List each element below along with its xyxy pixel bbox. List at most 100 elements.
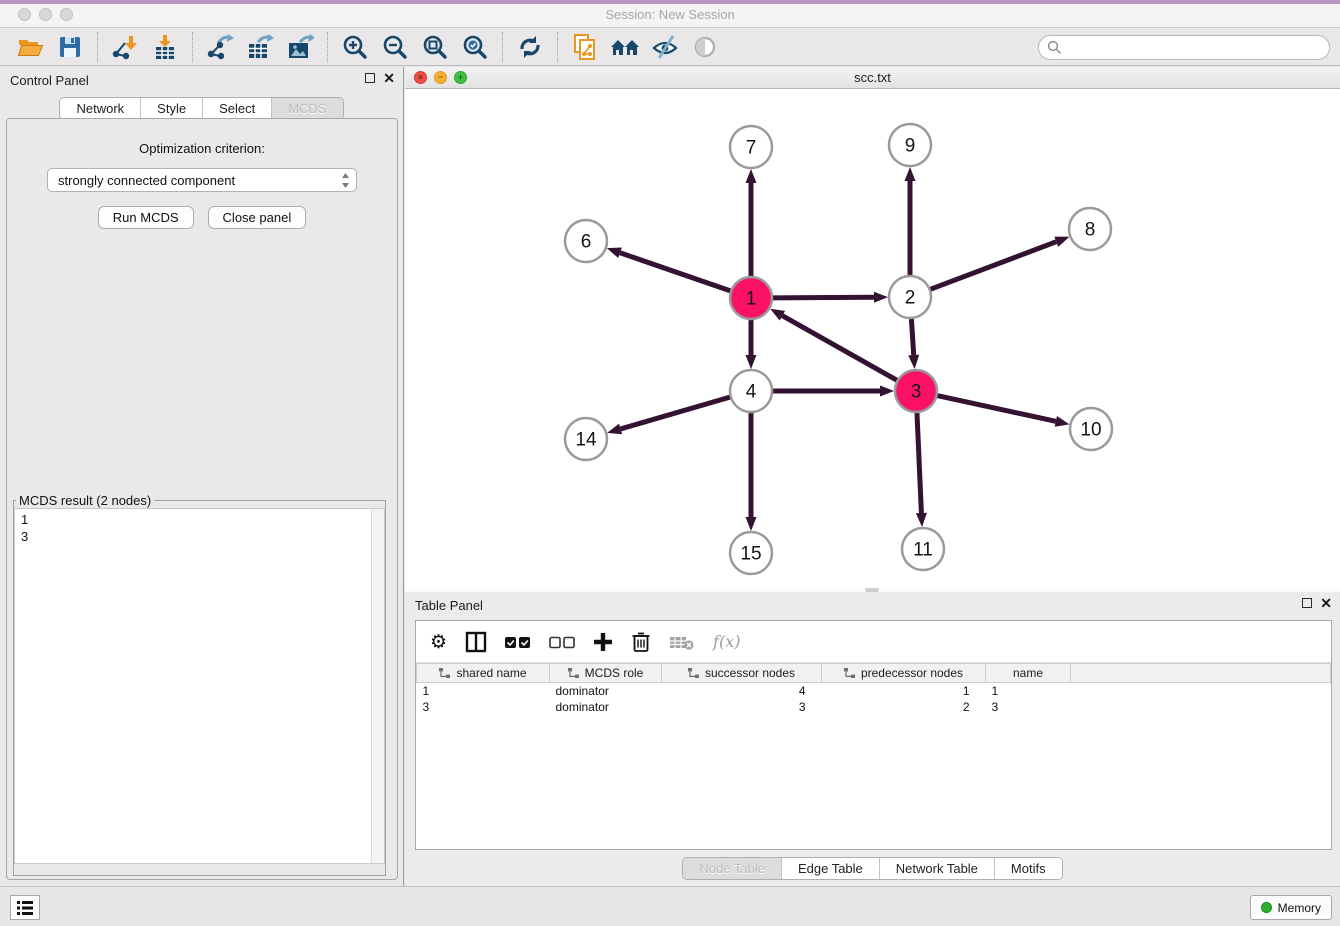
close-table-panel-icon[interactable]: ✕: [1320, 597, 1332, 609]
hide-selected-button[interactable]: [645, 31, 685, 63]
graph-edge-1-4[interactable]: [746, 319, 757, 369]
export-image-button[interactable]: [280, 31, 320, 63]
graph-node-14[interactable]: 14: [565, 418, 607, 460]
graph-node-3[interactable]: 3: [895, 370, 937, 412]
graph-node-1[interactable]: 1: [730, 277, 772, 319]
graph-node-4[interactable]: 4: [730, 370, 772, 412]
zoom-selected-button[interactable]: [455, 31, 495, 63]
memory-button[interactable]: Memory: [1250, 895, 1332, 920]
save-session-button[interactable]: [50, 31, 90, 63]
graph-node-6[interactable]: 6: [565, 220, 607, 262]
graph-edge-3-1[interactable]: [770, 309, 898, 381]
export-table-button[interactable]: [240, 31, 280, 63]
graph-node-9[interactable]: 9: [889, 124, 931, 166]
cell-mcds-role[interactable]: dominator: [550, 683, 662, 699]
graph-edge-1-7[interactable]: [746, 169, 757, 277]
column-header-successor-nodes[interactable]: successor nodes: [662, 664, 822, 683]
svg-text:2: 2: [905, 288, 916, 309]
graph-node-11[interactable]: 11: [902, 528, 944, 570]
network-close-button[interactable]: ×: [414, 71, 427, 84]
svg-text:3: 3: [911, 382, 922, 403]
cell-predecessor-nodes[interactable]: 2: [822, 699, 986, 715]
first-neighbors-button[interactable]: [605, 31, 645, 63]
search-container: [1038, 35, 1330, 60]
zoom-in-button[interactable]: [335, 31, 375, 63]
float-table-panel-icon[interactable]: [1302, 598, 1312, 608]
tab-network[interactable]: Network: [60, 98, 141, 119]
graph-edge-4-14[interactable]: [607, 397, 731, 434]
export-network-button[interactable]: [200, 31, 240, 63]
graph-edge-4-3[interactable]: [772, 386, 894, 397]
control-panel-header: Control Panel ✕: [0, 67, 403, 93]
graph-node-15[interactable]: 15: [730, 532, 772, 574]
tab-mcds[interactable]: MCDS: [272, 98, 342, 119]
cell-successor-nodes[interactable]: 4: [662, 683, 822, 699]
refresh-icon: [517, 34, 543, 60]
svg-text:7: 7: [746, 138, 757, 159]
result-line: 1: [21, 511, 384, 528]
select-all-icon[interactable]: [505, 635, 531, 649]
show-columns-icon[interactable]: [465, 631, 487, 653]
graph-edge-1-6[interactable]: [607, 248, 731, 292]
zoom-fit-button[interactable]: [415, 31, 455, 63]
graph-edge-2-3[interactable]: [908, 318, 919, 369]
network-canvas[interactable]: 7 9 6 8 1 2 4 3 14 10 15 11: [405, 89, 1340, 587]
function-builder-icon[interactable]: f(x): [713, 632, 740, 651]
cell-successor-nodes[interactable]: 3: [662, 699, 822, 715]
mcds-result-text[interactable]: 1 3: [14, 508, 385, 864]
tab-select[interactable]: Select: [203, 98, 272, 119]
close-panel-icon[interactable]: ✕: [383, 72, 395, 84]
graph-node-10[interactable]: 10: [1070, 408, 1112, 450]
search-input[interactable]: [1038, 35, 1330, 60]
task-history-button[interactable]: [10, 895, 40, 920]
import-table-button[interactable]: [145, 31, 185, 63]
cell-shared-name[interactable]: 3: [417, 699, 550, 715]
network-maximize-button[interactable]: +: [454, 71, 467, 84]
run-mcds-button[interactable]: Run MCDS: [98, 206, 194, 229]
cell-name[interactable]: 3: [986, 699, 1071, 715]
column-header-predecessor-nodes[interactable]: predecessor nodes: [822, 664, 986, 683]
cell-name[interactable]: 1: [986, 683, 1071, 699]
add-column-icon[interactable]: [593, 632, 613, 652]
tab-motifs[interactable]: Motifs: [995, 858, 1062, 879]
show-all-button[interactable]: [685, 31, 725, 63]
criterion-dropdown[interactable]: strongly connected component: [47, 168, 357, 192]
result-scrollbar[interactable]: [371, 509, 384, 863]
delete-column-icon[interactable]: [631, 631, 651, 653]
deselect-all-icon[interactable]: [549, 635, 575, 649]
cell-shared-name[interactable]: 1: [417, 683, 550, 699]
refresh-button[interactable]: [510, 31, 550, 63]
open-session-button[interactable]: [10, 31, 50, 63]
float-panel-icon[interactable]: [365, 73, 375, 83]
network-graph[interactable]: 7 9 6 8 1 2 4 3 14 10 15 11: [405, 89, 1340, 587]
graph-node-2[interactable]: 2: [889, 276, 931, 318]
network-window-titlebar: × − + scc.txt: [405, 67, 1340, 89]
table-row[interactable]: 3 dominator 3 2 3: [417, 699, 1331, 715]
delete-table-icon[interactable]: [669, 633, 695, 651]
graph-edge-2-9[interactable]: [905, 167, 916, 276]
graph-edge-3-11[interactable]: [916, 412, 927, 527]
column-header-shared-name[interactable]: shared name: [417, 664, 550, 683]
zoom-out-button[interactable]: [375, 31, 415, 63]
graph-edge-1-2[interactable]: [772, 292, 888, 303]
graph-node-8[interactable]: 8: [1069, 208, 1111, 250]
tab-style[interactable]: Style: [141, 98, 203, 119]
graph-edge-3-10[interactable]: [937, 395, 1070, 426]
cell-mcds-role[interactable]: dominator: [550, 699, 662, 715]
close-panel-button[interactable]: Close panel: [208, 206, 307, 229]
graph-node-7[interactable]: 7: [730, 126, 772, 168]
import-network-button[interactable]: [105, 31, 145, 63]
tab-node-table[interactable]: Node Table: [683, 858, 782, 879]
graph-edge-4-15[interactable]: [746, 412, 757, 531]
tab-edge-table[interactable]: Edge Table: [782, 858, 880, 879]
tab-network-table[interactable]: Network Table: [880, 858, 995, 879]
cell-predecessor-nodes[interactable]: 1: [822, 683, 986, 699]
network-minimize-button[interactable]: −: [434, 71, 447, 84]
column-header-mcds-role[interactable]: MCDS role: [550, 664, 662, 683]
toolbar-separator: [97, 32, 98, 62]
column-header-name[interactable]: name: [986, 664, 1071, 683]
table-settings-icon[interactable]: ⚙: [430, 631, 447, 653]
copy-network-button[interactable]: [565, 31, 605, 63]
table-row[interactable]: 1 dominator 4 1 1: [417, 683, 1331, 699]
graph-edge-2-8[interactable]: [930, 237, 1070, 290]
